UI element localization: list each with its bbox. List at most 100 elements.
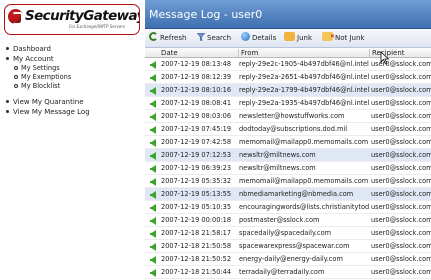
cell-recipient: user0@sslock.com [371,242,431,250]
table-row[interactable]: 2007-12-18 21:58:17 spacedaily@spacedaily… [145,227,431,240]
table-row[interactable]: 2007-12-19 08:12:39 reply-29e2a-2651-4b49… [145,71,431,84]
cell-date: 2007-12-19 00:00:18 [161,216,232,224]
details-button[interactable]: Details [241,32,276,45]
cell-recipient: user0@sslock.com [371,112,431,120]
not-junk-label: Not Junk [335,34,365,42]
bullet-icon [6,57,9,60]
table-row[interactable]: 2007-12-19 07:12:53 newsltr@miltnews.com u… [145,149,431,162]
table-row[interactable]: 2007-12-19 05:13:55 nbmediamarketing@nbme… [145,188,431,201]
inbound-arrow-icon [150,126,156,134]
search-label: Search [207,34,232,42]
message-log-panel: Message Log - user0 Refresh Search Detai… [145,0,431,280]
cell-recipient: user0@sslock.com [371,255,431,263]
nav-item-view-message-log[interactable]: View My Message Log [6,107,141,117]
inbound-arrow-icon [150,152,156,160]
cell-from: dodtoday@subscriptions.dod.mil [239,125,348,133]
cell-recipient: user0@sslock.com [371,177,431,185]
table-row[interactable]: 2007-12-19 07:42:58 memomail@mailapp0.mem… [145,136,431,149]
filter-icon [197,33,205,41]
nav-item-my-settings[interactable]: My Settings [6,64,141,73]
cell-from: newsletter@howstuffworks.com [239,112,345,120]
cell-from: newsltr@miltnews.com [239,164,316,172]
table-row[interactable]: 2007-12-19 05:35:32 memomail@mailapp0.mem… [145,175,431,188]
inbound-arrow-icon [150,87,156,95]
inbound-arrow-icon [150,191,156,199]
details-icon [241,32,250,41]
nav-item-label: My Settings [21,64,60,72]
not-junk-button[interactable]: Not Junk [322,30,365,45]
cell-recipient: user0@sslock.com [371,203,431,211]
cell-from: reply-29e2c-1905-4b497dbf46@nl.intellifi… [239,60,369,68]
nav-item-my-blocklist[interactable]: My Blocklist [6,82,141,91]
cell-from: newsltr@miltnews.com [239,151,316,159]
table-row[interactable]: 2007-12-19 08:08:41 reply-29e2a-1935-4b49… [145,97,431,110]
nav-item-my-exemptions[interactable]: My Exemptions [6,73,141,82]
bullet-icon [6,100,9,103]
inbound-arrow-icon [150,230,156,238]
nav-item-my-account[interactable]: My Account [6,54,141,64]
inbound-arrow-icon [150,256,156,264]
cell-date: 2007-12-18 21:50:58 [161,242,232,250]
junk-button[interactable]: Junk [284,32,312,45]
table-row[interactable]: 2007-12-19 07:45:19 dodtoday@subscription… [145,123,431,136]
column-header-date[interactable]: Date [161,48,178,58]
cell-recipient: user0@sslock.com [371,73,431,81]
inbound-arrow-icon [150,139,156,147]
refresh-button[interactable]: Refresh [149,32,186,45]
cell-recipient: user0@sslock.com [371,138,431,146]
inbound-arrow-icon [150,165,156,173]
table-row[interactable]: 2007-12-19 08:03:06 newsletter@howstuffwo… [145,110,431,123]
panel-title-bar: Message Log - user0 [145,0,431,29]
cell-date: 2007-12-18 21:50:52 [161,255,232,263]
table-row[interactable]: 2007-12-18 21:50:52 energy-daily@energy-d… [145,253,431,266]
search-button[interactable]: Search [197,32,231,45]
cell-from: terradaily@terradaily.com [239,268,325,276]
cell-date: 2007-12-19 05:35:32 [161,177,232,185]
sidebar-nav: Dashboard My Account My Settings My Exem… [6,44,141,117]
inbound-arrow-icon [150,61,156,69]
cell-from: memomail@mailapp0.memomails.com [239,138,369,146]
cell-from: encouragingwords@lists.christianitytoday… [239,203,369,211]
cell-from: nbmediamarketing@nbmedia.com [239,190,354,198]
cell-date: 2007-12-19 05:13:55 [161,190,232,198]
sub-bullet-icon [14,74,18,79]
table-row[interactable]: 2007-12-19 08:10:16 reply-29e2a-1799-4b49… [145,84,431,97]
sub-bullet-icon [14,65,18,70]
cell-date: 2007-12-19 08:13:48 [161,60,232,68]
mouse-cursor-icon [380,51,390,65]
sub-bullet-icon [14,83,18,88]
table-row[interactable]: 2007-12-18 21:50:44 terradaily@terradaily… [145,266,431,279]
inbound-arrow-icon [150,243,156,251]
page-title: Message Log - user0 [149,8,263,21]
table-row[interactable]: 2007-12-19 00:00:18 postmaster@sslock.com… [145,214,431,227]
cell-recipient: user0@sslock.com [371,190,431,198]
junk-label: Junk [297,34,312,42]
column-header-from[interactable]: From [241,48,258,58]
refresh-icon [149,32,158,41]
app-logo: SecurityGateway For Exchange/SMTP Server… [4,4,140,35]
cell-date: 2007-12-19 07:45:19 [161,125,232,133]
inbound-arrow-icon [150,74,156,82]
cell-from: reply-29e2a-1799-4b497dbf46@nl.intellifi… [239,86,369,94]
cell-recipient: user0@sslock.com [371,268,431,276]
message-list: 2007-12-19 08:13:48 reply-29e2c-1905-4b49… [145,58,431,280]
cell-from: memomail@mailapp0.memomails.com [239,177,369,185]
inbound-arrow-icon [150,217,156,225]
logo-mark-icon [8,9,23,25]
cell-date: 2007-12-18 21:58:17 [161,229,232,237]
nav-item-dashboard[interactable]: Dashboard [6,44,141,54]
table-row[interactable]: 2007-12-19 05:10:35 encouragingwords@list… [145,201,431,214]
nav-item-label: My Account [13,55,54,63]
logo-tagline: For Exchange/SMTP Servers [69,24,125,29]
cell-from: reply-29e2a-2651-4b497dbf46@nl.intellifi… [239,73,369,81]
cell-from: postmaster@sslock.com [239,216,320,224]
nav-item-label: Dashboard [13,45,51,53]
table-row[interactable]: 2007-12-18 21:50:58 spacewarexpress@space… [145,240,431,253]
cell-date: 2007-12-19 08:10:16 [161,86,232,94]
toolbar: Refresh Search Details Junk Not Junk [145,29,431,48]
nav-item-view-quarantine[interactable]: View My Quarantine [6,97,141,107]
nav-item-label: View My Quarantine [13,98,84,106]
inbound-arrow-icon [150,204,156,212]
inbound-arrow-icon [150,269,156,277]
table-row[interactable]: 2007-12-19 06:39:23 newsltr@miltnews.com u… [145,162,431,175]
